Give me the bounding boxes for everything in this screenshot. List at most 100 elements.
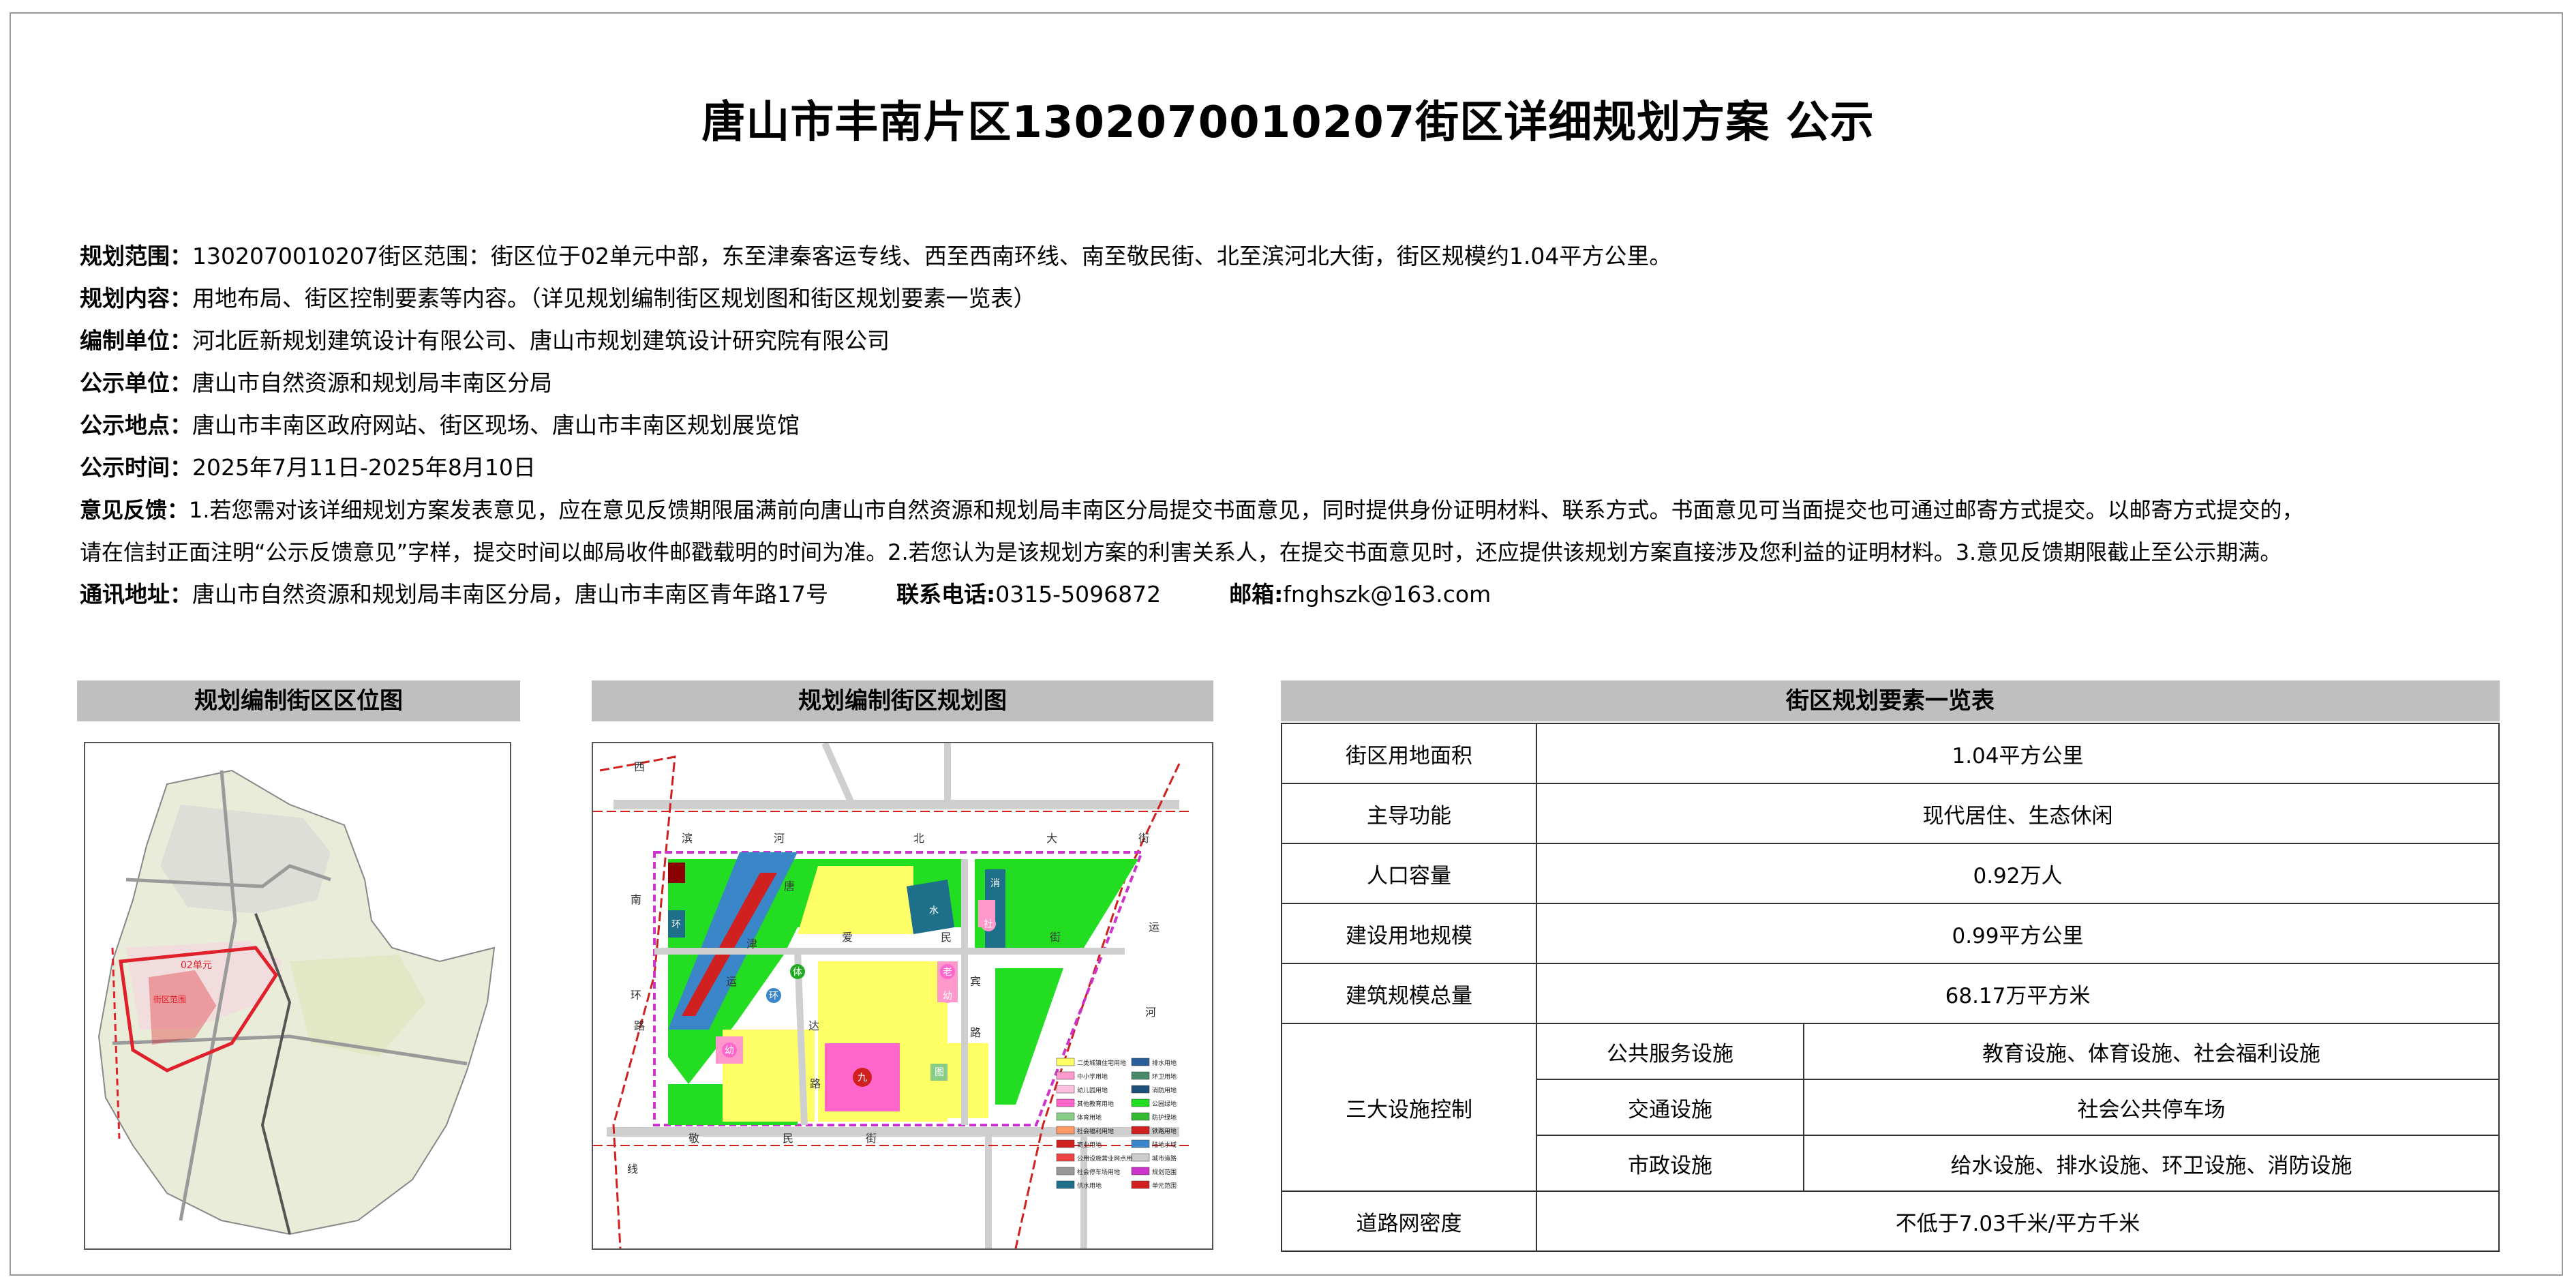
legend-label: 社会停车场用地 xyxy=(1077,1168,1120,1176)
facility-label: 水 xyxy=(929,905,939,916)
legend-label: 公用设施营业网点用地 xyxy=(1077,1154,1138,1163)
table-row: 街区用地面积 1.04平方公里 xyxy=(1281,723,2500,784)
info-contact: 通讯地址：唐山市自然资源和规划局丰南区分局，唐山市丰南区青年路17号 联系电话:0… xyxy=(80,573,2506,616)
legend-label: 其他教育用地 xyxy=(1077,1100,1114,1108)
legend-label: 社会福利用地 xyxy=(1077,1127,1114,1135)
phone-text: 0315-5096872 xyxy=(995,581,1162,608)
legend-swatch xyxy=(1056,1098,1075,1107)
legend-swatch xyxy=(1056,1180,1075,1189)
requirements-table: 街区用地面积 1.04平方公里 主导功能 现代居住、生态休闲 人口容量 0.92… xyxy=(1281,723,2500,1252)
legend-label: 体育用地 xyxy=(1077,1113,1102,1122)
legend-label: 单元范围 xyxy=(1152,1182,1177,1190)
plan-map: 西 滨 河 北 大 街 南 环 路 线 唐 津 运 爱 民 街 宾 路 达 路 … xyxy=(592,741,1213,1250)
place-label: 公示地点： xyxy=(80,412,192,438)
page-title: 唐山市丰南片区1302070010207街区详细规划方案 公示 xyxy=(701,98,1875,148)
table-row: 人口容量 0.92万人 xyxy=(1281,843,2500,904)
plan-map-title: 规划编制街区规划图 xyxy=(592,680,1213,721)
facility-label: 图 xyxy=(935,1067,944,1078)
legend-swatch xyxy=(1131,1098,1150,1107)
facility-label: 幼 xyxy=(725,1045,734,1056)
feedback-text-1: 1.若您需对该详细规划方案发表意见，应在意见反馈期限届满前向唐山市自然资源和规划… xyxy=(189,497,2304,523)
road-label: 南 xyxy=(631,893,641,906)
legend-swatch xyxy=(1056,1085,1075,1094)
legend-label: 二类城镇住宅用地 xyxy=(1077,1059,1126,1067)
info-pub-unit: 公示单位：唐山市自然资源和规划局丰南区分局 xyxy=(80,362,2506,404)
legend-label: 排水用地 xyxy=(1152,1059,1177,1067)
info-unit: 编制单位：河北匠新规划建筑设计有限公司、唐山市规划建筑设计研究院有限公司 xyxy=(80,320,2506,362)
legend-swatch xyxy=(1056,1126,1075,1135)
row-key: 主导功能 xyxy=(1281,783,1537,844)
road-label: 达 xyxy=(808,1019,819,1032)
row-value: 0.92万人 xyxy=(1536,843,2500,904)
row-key: 人口容量 xyxy=(1281,843,1537,904)
facility-sub: 交通设施 xyxy=(1536,1079,1804,1136)
road-label: 滨 xyxy=(682,832,693,845)
info-place: 公示地点：唐山市丰南区政府网站、街区现场、唐山市丰南区规划展览馆 xyxy=(80,404,2506,447)
table-row: 三大设施控制 公共服务设施 教育设施、体育设施、社会福利设施 xyxy=(1281,1023,2500,1192)
scope-text: 1302070010207街区范围：街区位于02单元中部，东至津秦客运专线、西至… xyxy=(192,243,1672,269)
facility-value: 社会公共停车场 xyxy=(1803,1079,2500,1136)
location-map: 02单元 街区范围 xyxy=(84,742,511,1250)
residential-1 xyxy=(798,866,913,934)
facility-label: 幼 xyxy=(943,991,952,1002)
legend-swatch xyxy=(1056,1112,1075,1121)
legend-swatch xyxy=(1131,1153,1150,1162)
row-value: 现代居住、生态休闲 xyxy=(1536,783,2500,844)
legend-swatch xyxy=(1131,1085,1150,1094)
legend-label: 中小学用地 xyxy=(1077,1073,1108,1081)
address-label: 通讯地址： xyxy=(80,581,192,608)
info-time: 公示时间：2025年7月11日-2025年8月10日 xyxy=(80,447,2506,489)
road-label: 运 xyxy=(1149,920,1160,933)
road-label: 唐 xyxy=(784,880,795,893)
row-value: 68.17万平方米 xyxy=(1536,963,2500,1024)
road-label: 街 xyxy=(866,1132,877,1145)
legend-swatch xyxy=(1131,1058,1150,1066)
road-label: 街 xyxy=(1050,931,1061,944)
facility-label: 环 xyxy=(769,991,778,1002)
unit-label: 编制单位： xyxy=(80,327,192,354)
table-row: 主导功能 现代居住、生态休闲 xyxy=(1281,783,2500,844)
commercial-block xyxy=(668,863,685,883)
pub-unit-text: 唐山市自然资源和规划局丰南区分局 xyxy=(192,370,552,396)
road-label: 线 xyxy=(627,1163,638,1175)
place-text: 唐山市丰南区政府网站、街区现场、唐山市丰南区规划展览馆 xyxy=(192,412,800,438)
info-feedback-cont: 请在信封正面注明“公示反馈意见”字样，提交时间以邮局收件邮戳载明的时间为准。2.… xyxy=(80,531,2506,573)
facility-value: 给水设施、排水设施、环卫设施、消防设施 xyxy=(1803,1135,2500,1192)
location-map-svg: 02单元 街区范围 xyxy=(97,769,496,1235)
legend-label: 供水用地 xyxy=(1077,1182,1102,1190)
info-scope: 规划范围：1302070010207街区范围：街区位于02单元中部，东至津秦客运… xyxy=(80,235,2506,278)
legend-label: 陆地水域 xyxy=(1152,1141,1177,1149)
facility-key: 三大设施控制 xyxy=(1281,1023,1537,1192)
feedback-text-2: 请在信封正面注明“公示反馈意见”字样，提交时间以邮局收件邮戳载明的时间为准。2.… xyxy=(80,539,2282,565)
unit-label: 02单元 xyxy=(181,960,212,971)
road-label: 河 xyxy=(774,832,785,845)
legend-label: 环卫用地 xyxy=(1152,1073,1177,1081)
facility-value: 教育设施、体育设施、社会福利设施 xyxy=(1803,1023,2500,1080)
row-value: 不低于7.03千米/平方千米 xyxy=(1536,1190,2500,1252)
legend-label: 商业用地 xyxy=(1077,1141,1102,1149)
email-text: fnghszk@163.com xyxy=(1283,581,1491,608)
road-label: 津 xyxy=(746,938,757,950)
pub-unit-label: 公示单位： xyxy=(80,370,192,396)
plan-legend: 二类城镇住宅用地中小学用地幼儿园用地其他教育用地体育用地社会福利用地商业用地公用… xyxy=(1056,1058,1177,1190)
time-label: 公示时间： xyxy=(80,454,192,481)
road-label: 宾 xyxy=(970,975,981,988)
info-content: 规划内容：用地布局、街区控制要素等内容。（详见规划编制街区规划图和街区规划要素一… xyxy=(80,278,2506,320)
content-label: 规划内容： xyxy=(80,285,192,312)
legend-swatch xyxy=(1131,1071,1150,1080)
facility-label: 环 xyxy=(671,919,681,930)
road-label: 路 xyxy=(810,1077,821,1090)
plan-map-svg: 西 滨 河 北 大 街 南 环 路 线 唐 津 运 爱 民 街 宾 路 达 路 … xyxy=(593,741,1193,1249)
road-label: 运 xyxy=(726,975,737,988)
unit-text: 河北匠新规划建筑设计有限公司、唐山市规划建筑设计研究院有限公司 xyxy=(192,327,890,354)
row-key: 道路网密度 xyxy=(1281,1190,1537,1252)
road-label: 环 xyxy=(631,989,641,1002)
legend-label: 防护绿地 xyxy=(1152,1113,1177,1122)
table-row: 建筑规模总量 68.17万平方米 xyxy=(1281,963,2500,1024)
road-extra xyxy=(821,741,855,807)
legend-swatch xyxy=(1056,1071,1075,1080)
legend-swatch xyxy=(1131,1167,1150,1175)
time-text: 2025年7月11日-2025年8月10日 xyxy=(192,454,536,481)
legend-swatch xyxy=(1056,1058,1075,1066)
table-title: 街区规划要素一览表 xyxy=(1281,680,2500,721)
